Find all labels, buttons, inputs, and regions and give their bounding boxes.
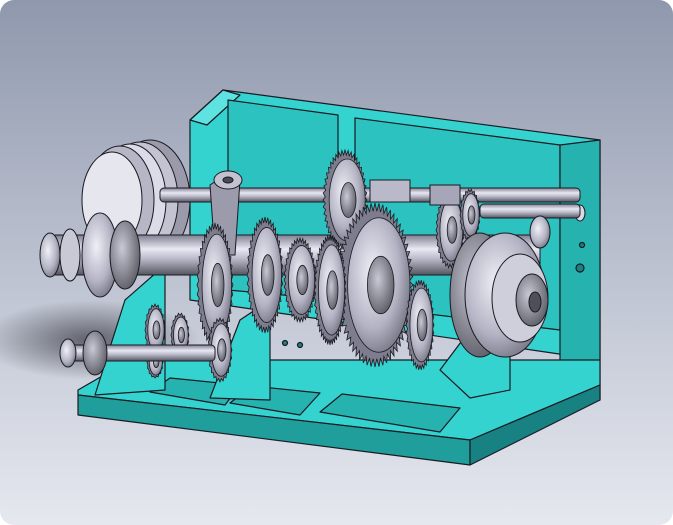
housing-hole <box>575 263 585 273</box>
cad-render <box>0 0 673 525</box>
viewport <box>0 0 673 525</box>
gear-icon <box>246 216 284 334</box>
housing-hole <box>578 241 586 249</box>
housing-right-wall <box>559 139 601 381</box>
right-end-cap <box>449 232 549 358</box>
housing-hole <box>296 341 304 349</box>
housing-hole <box>281 339 289 347</box>
